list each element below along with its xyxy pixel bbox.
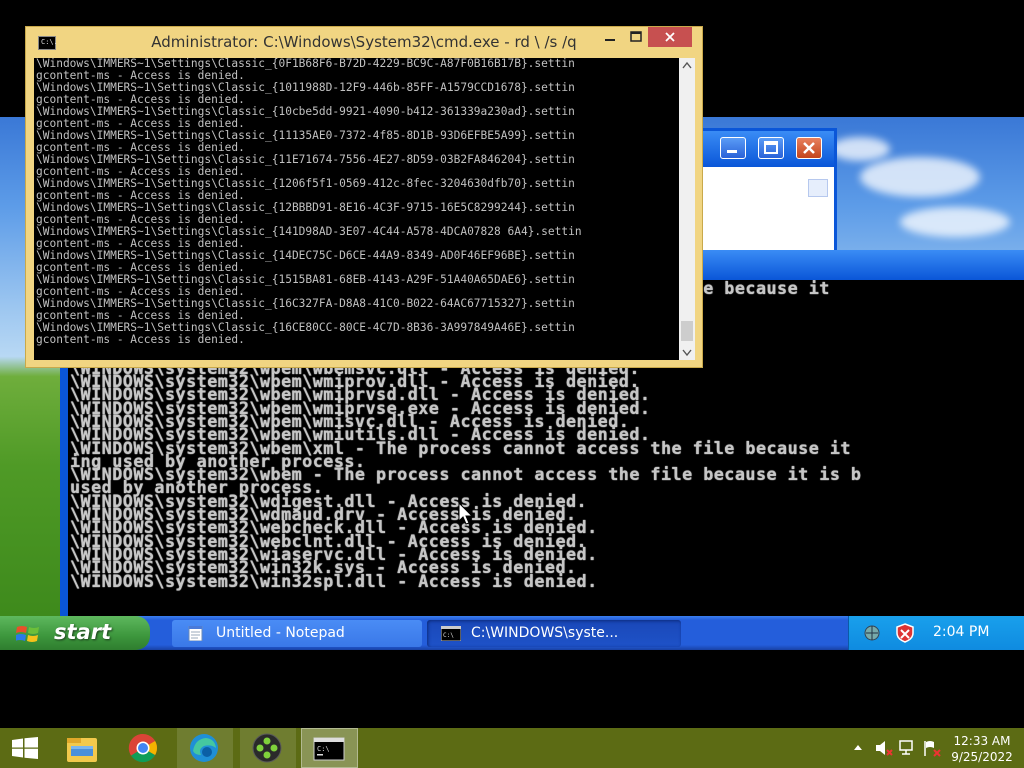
xp-background-window[interactable] [700, 128, 837, 254]
windows-logo-icon [12, 737, 38, 759]
taskbar-item-notepad[interactable]: Untitled - Notepad [172, 620, 422, 647]
taskbar-edge[interactable] [177, 728, 233, 768]
console-line: \WINDOWS\system32\win32spl.dll - Access … [70, 570, 598, 591]
start-button[interactable] [0, 728, 56, 768]
action-center-flag-icon[interactable] [922, 739, 942, 757]
network-icon[interactable] [863, 624, 885, 642]
close-icon[interactable] [796, 137, 822, 159]
game-app-icon [252, 733, 282, 763]
edge-icon [190, 734, 218, 762]
taskbar-file-explorer[interactable] [55, 728, 111, 768]
windows-flag-icon [16, 626, 39, 642]
taskbar-command-prompt[interactable]: C:\ [301, 728, 358, 768]
taskbar-item-cmd[interactable]: C:\ C:\WINDOWS\syste... [427, 620, 681, 647]
taskbar-item-label: C:\WINDOWS\syste... [471, 625, 619, 641]
vertical-scrollbar[interactable] [679, 58, 695, 360]
maximize-icon[interactable] [758, 137, 784, 159]
host-cmd-output: \Windows\IMMERS~1\Settings\Classic_{0F1B… [34, 58, 679, 360]
scroll-down-icon[interactable] [679, 344, 695, 360]
start-label: start [54, 620, 112, 644]
security-shield-icon[interactable] [895, 623, 915, 643]
taskbar-item-label: Untitled - Notepad [216, 625, 345, 641]
notepad-icon [188, 626, 203, 641]
svg-text:C:\: C:\ [317, 745, 330, 753]
xp-clock[interactable]: 2:04 PM [933, 624, 989, 640]
console-line: gcontent-ms - Access is denied. [36, 333, 245, 346]
clock-date: 9/25/2022 [951, 750, 1013, 764]
svg-text:C:\: C:\ [443, 632, 454, 639]
host-cmd-window[interactable]: C:\. Administrator: C:\Windows\System32\… [25, 26, 703, 368]
maximize-icon[interactable] [622, 27, 650, 47]
chrome-icon [128, 733, 157, 763]
command-prompt-icon: C:\ [313, 737, 345, 761]
host-taskbar: C:\ 12:33 AM 9/25/2022 [0, 728, 1024, 768]
taskbar-chrome[interactable] [116, 728, 172, 768]
host-clock[interactable]: 12:33 AM 9/25/2022 [940, 733, 1024, 765]
scroll-up-icon[interactable] [679, 58, 695, 74]
scrollbar-thumb[interactable] [681, 321, 693, 341]
xp-taskbar: start Untitled - Notepad C:\ C:\WINDOWS\… [0, 616, 1024, 650]
minimize-icon[interactable] [720, 137, 746, 159]
xp-start-button[interactable]: start [0, 616, 150, 650]
mouse-cursor-icon [458, 502, 474, 525]
volume-muted-icon[interactable] [874, 739, 894, 757]
host-cmd-titlebar[interactable]: C:\. Administrator: C:\Windows\System32\… [26, 27, 702, 57]
show-hidden-icons-chevron-icon[interactable] [852, 742, 864, 752]
xp-background-window-content [700, 167, 834, 251]
scrollbar-up-icon[interactable] [808, 179, 828, 197]
cmd-icon: C:\ [441, 626, 461, 641]
xp-background-window-titlebar[interactable] [700, 131, 834, 167]
taskbar-game-app[interactable] [240, 728, 296, 768]
network-icon[interactable] [898, 739, 918, 757]
minimize-icon[interactable] [596, 27, 624, 47]
file-explorer-icon [67, 738, 97, 762]
close-icon[interactable] [648, 27, 692, 47]
clock-time: 12:33 AM [953, 734, 1011, 748]
xp-system-tray: 2:04 PM [848, 616, 1024, 650]
